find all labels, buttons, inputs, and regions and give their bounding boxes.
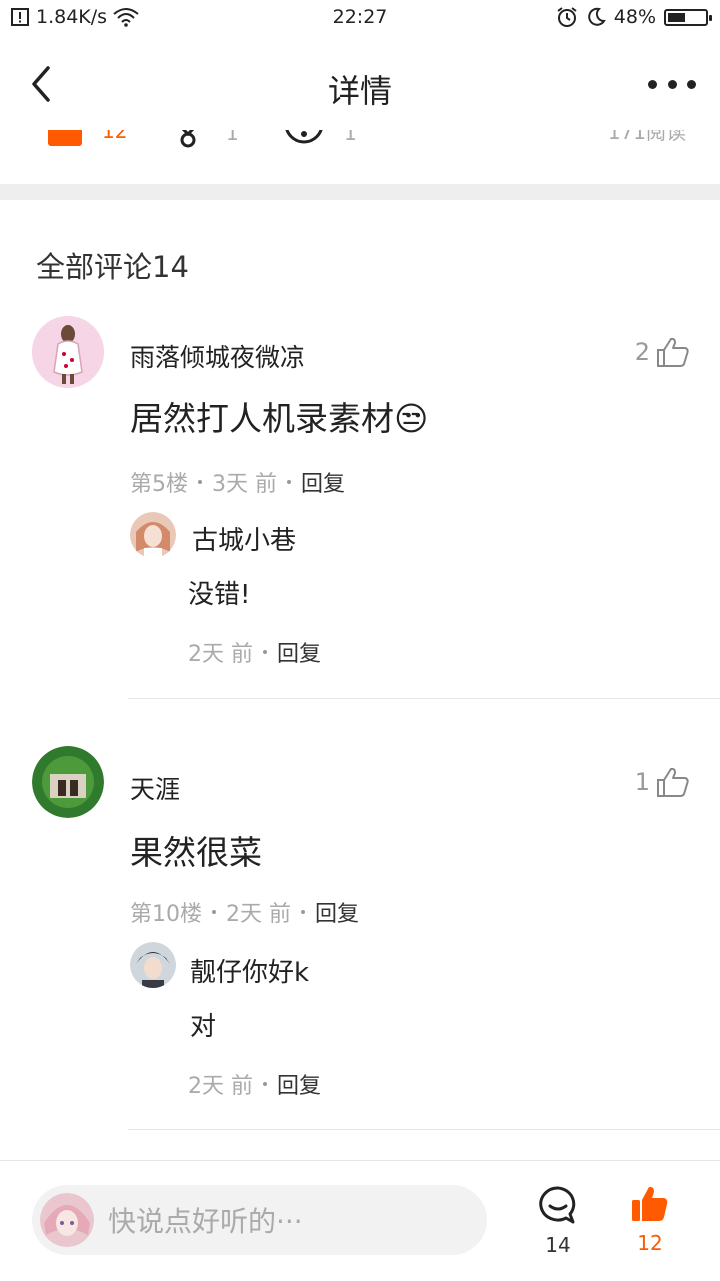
read-count: 171阅读 <box>607 130 686 144</box>
thumbs-up-icon <box>657 337 689 367</box>
avatar-image <box>130 512 176 558</box>
reply-meta: 2天 前 回复 <box>188 636 321 668</box>
battery-icon <box>664 8 712 26</box>
avatar-image <box>32 746 104 818</box>
meta-dot <box>301 910 305 914</box>
more-options-button[interactable] <box>648 64 696 104</box>
comment-input[interactable]: 快说点好听的··· <box>32 1185 487 1255</box>
alarm-icon <box>557 7 577 27</box>
comment-meta: 第10楼 2天 前 回复 <box>130 896 359 928</box>
status-bar: 1.84K/s 22:27 48% <box>0 0 720 36</box>
thumbs-up-filled-icon[interactable] <box>48 130 82 146</box>
comment-text: 果然很菜 <box>130 833 262 872</box>
meta-dot <box>263 1082 267 1086</box>
comment-floor: 第5楼 <box>130 472 188 497</box>
reply-time: 2天 前 <box>188 642 253 667</box>
moon-icon <box>587 7 606 26</box>
comment-text: 居然打人机录素材😒 <box>130 399 429 438</box>
reply-author[interactable]: 靓仔你好k <box>190 952 309 989</box>
battery-fill <box>668 12 686 22</box>
reply-button[interactable]: 回复 <box>277 636 321 668</box>
avatar-image <box>40 1193 94 1247</box>
comment-meta: 第5楼 3天 前 回复 <box>130 466 345 498</box>
thumbs-up-icon <box>657 767 689 797</box>
reply-avatar[interactable] <box>130 942 176 988</box>
my-avatar <box>40 1193 94 1247</box>
emoji-icon[interactable] <box>284 130 324 150</box>
comment-bubble-icon <box>539 1186 576 1224</box>
comment-time: 3天 前 <box>212 472 277 497</box>
more-dot <box>648 79 657 89</box>
comment-like-count: 1 <box>634 768 650 796</box>
share-icon[interactable] <box>170 130 206 150</box>
reply-author[interactable]: 古城小巷 <box>192 520 296 557</box>
like-button[interactable]: 12 <box>620 1185 680 1255</box>
post-action-row: 12 1 1 171阅读 <box>0 130 720 152</box>
thumbs-up-filled-icon <box>632 1186 668 1221</box>
comment-separator <box>128 698 720 699</box>
like-count: 12 <box>637 1231 663 1255</box>
section-divider <box>0 184 720 200</box>
avatar[interactable] <box>32 746 104 818</box>
battery-percent: 48% <box>613 6 656 28</box>
meta-dot <box>198 480 202 484</box>
post-like-count: 12 <box>102 130 128 143</box>
page-title: 详情 <box>327 72 392 110</box>
reply-button[interactable]: 回复 <box>277 1068 321 1100</box>
bottom-bar: 快说点好听的··· 14 12 <box>0 1160 720 1281</box>
comment-author[interactable]: 雨落倾城夜微凉 <box>130 338 305 374</box>
avatar-image <box>32 316 104 388</box>
reply-meta: 2天 前 回复 <box>188 1068 321 1100</box>
avatar-image <box>130 942 176 988</box>
comment-like-button[interactable]: 1 <box>635 766 690 798</box>
post-count-3: 1 <box>344 130 357 145</box>
more-dot <box>667 79 677 89</box>
reply-button[interactable]: 回复 <box>315 896 359 928</box>
top-nav-bar: 详情 <box>0 36 720 130</box>
comment-floor: 第10楼 <box>130 902 202 927</box>
comment-time: 2天 前 <box>226 902 291 927</box>
comments-button[interactable]: 14 <box>528 1185 588 1257</box>
avatar[interactable] <box>32 316 104 388</box>
more-dot <box>687 79 696 89</box>
reply-text: 对 <box>190 1012 217 1042</box>
comment-like-button[interactable]: 2 <box>635 336 690 368</box>
post-count-2: 1 <box>226 130 239 145</box>
comment-separator <box>128 1129 720 1130</box>
reply-time: 2天 前 <box>188 1074 253 1099</box>
comment-count: 14 <box>545 1233 571 1257</box>
comment-like-count: 2 <box>634 338 650 366</box>
comments-heading: 全部评论14 <box>36 250 189 284</box>
reply-avatar[interactable] <box>130 512 176 558</box>
reply-text: 没错! <box>188 580 251 610</box>
comment-input-placeholder: 快说点好听的··· <box>108 1205 303 1238</box>
meta-dot <box>287 480 291 484</box>
meta-dot <box>212 910 216 914</box>
comment-author[interactable]: 天涯 <box>130 770 180 806</box>
meta-dot <box>263 650 267 654</box>
reply-button[interactable]: 回复 <box>301 466 345 498</box>
